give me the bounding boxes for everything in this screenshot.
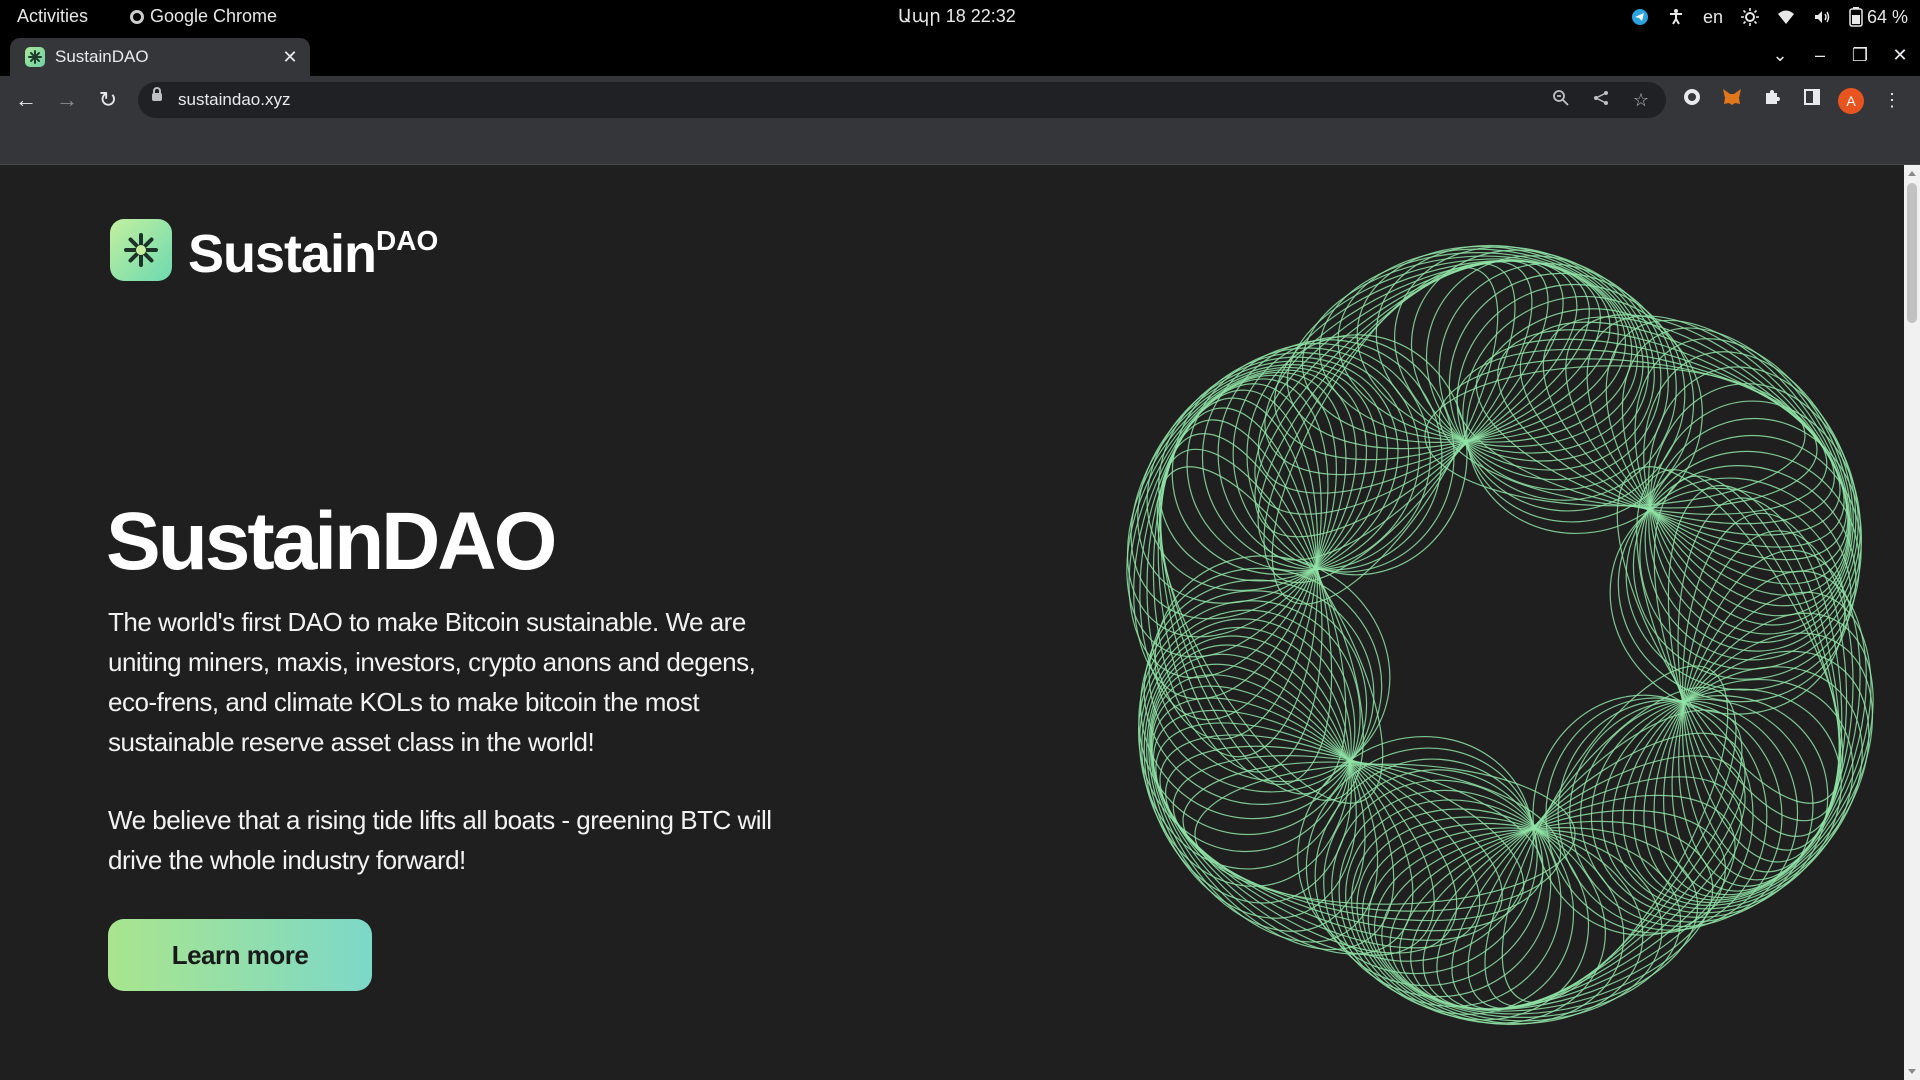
battery-percent: 64 % bbox=[1866, 6, 1908, 27]
page-scrollbar[interactable] bbox=[1904, 165, 1920, 1080]
forward-arrow-icon[interactable]: → bbox=[53, 86, 81, 114]
logo-superscript: DAO bbox=[376, 225, 439, 256]
brightness-icon[interactable] bbox=[1740, 8, 1759, 26]
page-viewport: Sustain DAO SustainDAO The world's first… bbox=[0, 165, 1904, 1080]
site-logo[interactable]: Sustain DAO bbox=[110, 219, 438, 285]
app-menu[interactable]: Google Chrome bbox=[130, 6, 277, 27]
chrome-icon bbox=[130, 9, 144, 24]
clock[interactable]: Ապր 18 22:32 bbox=[898, 6, 1016, 27]
extensions-puzzle-icon[interactable] bbox=[1758, 86, 1786, 114]
scrollbar-thumb[interactable] bbox=[1907, 183, 1917, 323]
profile-avatar[interactable]: A bbox=[1838, 88, 1864, 114]
keyboard-layout-indicator[interactable]: en bbox=[1703, 7, 1723, 28]
sustaindao-logo-icon bbox=[110, 219, 172, 281]
line-art-stroke bbox=[1356, 816, 1625, 1026]
battery-icon bbox=[1849, 7, 1863, 27]
side-panel-icon[interactable] bbox=[1798, 86, 1826, 114]
minimize-icon[interactable]: – bbox=[1800, 45, 1840, 66]
line-art-stroke bbox=[1671, 570, 1867, 892]
telegram-icon[interactable] bbox=[1631, 8, 1649, 26]
volume-icon[interactable] bbox=[1813, 8, 1831, 26]
close-window-icon[interactable]: ✕ bbox=[1880, 45, 1920, 66]
tab-close-icon[interactable]: ✕ bbox=[278, 47, 302, 68]
scroll-up-arrow-icon[interactable] bbox=[1908, 171, 1916, 176]
activities-button[interactable]: Activities bbox=[17, 6, 88, 27]
hero-description: The world's first DAO to make Bitcoin su… bbox=[108, 607, 756, 757]
tab-title: SustainDAO bbox=[55, 47, 149, 66]
back-arrow-icon[interactable]: ← bbox=[12, 86, 40, 114]
line-art-stroke bbox=[1605, 319, 1850, 596]
extension-circle-icon[interactable] bbox=[1678, 86, 1706, 114]
hero-belief-statement: We believe that a rising tide lifts all … bbox=[108, 805, 772, 875]
wifi-icon[interactable] bbox=[1777, 8, 1795, 26]
window-controls: ⌄ – ❐ ✕ bbox=[1760, 34, 1920, 76]
metamask-fox-icon[interactable] bbox=[1718, 86, 1746, 114]
browser-toolbar: ← → ↻ sustaindao.xyz ☆ ⋮ bbox=[0, 76, 1920, 124]
tab-sustaindao[interactable]: SustainDAO ✕ bbox=[10, 38, 310, 76]
hero-title: SustainDAO bbox=[106, 496, 557, 587]
learn-more-button[interactable]: Learn more bbox=[108, 919, 372, 991]
menu-kebab-icon[interactable]: ⋮ bbox=[1878, 86, 1906, 114]
zoom-icon[interactable] bbox=[1550, 89, 1572, 111]
app-menu-label: Google Chrome bbox=[150, 6, 278, 26]
tab-strip: SustainDAO ✕ + bbox=[0, 34, 1920, 104]
battery-indicator[interactable]: 64 % bbox=[1849, 7, 1908, 28]
system-tray[interactable]: en 64 % bbox=[1631, 4, 1908, 30]
sustaindao-favicon bbox=[25, 47, 45, 67]
url-text[interactable]: sustaindao.xyz bbox=[178, 90, 290, 110]
lock-icon[interactable] bbox=[152, 87, 162, 101]
line-art-stroke bbox=[1150, 674, 1395, 951]
line-art-stroke bbox=[1130, 366, 1368, 620]
restore-icon[interactable]: ❐ bbox=[1840, 45, 1880, 66]
reload-icon[interactable]: ↻ bbox=[94, 86, 122, 114]
decorative-line-art bbox=[1126, 244, 1874, 1026]
address-bar[interactable]: sustaindao.xyz ☆ bbox=[138, 82, 1666, 118]
line-art-stroke bbox=[1133, 378, 1329, 700]
bookmark-star-icon[interactable]: ☆ bbox=[1630, 89, 1652, 111]
logo-wordmark: Sustain bbox=[188, 224, 377, 284]
system-top-bar: Activities Google Chrome Ապր 18 22:32 en… bbox=[0, 0, 1920, 34]
share-icon[interactable] bbox=[1590, 89, 1612, 111]
line-art-stroke bbox=[1375, 244, 1644, 454]
accessibility-icon[interactable] bbox=[1667, 8, 1685, 26]
tab-search-chevron-icon[interactable]: ⌄ bbox=[1760, 45, 1800, 66]
scroll-down-arrow-icon[interactable] bbox=[1908, 1069, 1916, 1074]
bookmarks-bar bbox=[0, 124, 1920, 165]
